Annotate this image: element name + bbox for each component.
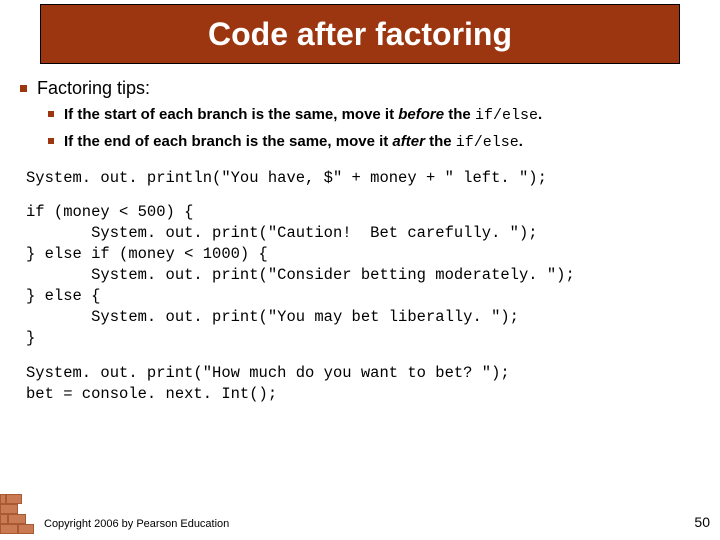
code-block-3: System. out. print("How much do you want…: [26, 363, 700, 405]
brick-decoration: [0, 488, 34, 534]
tip-item: If the start of each branch is the same,…: [48, 105, 700, 126]
slide: Code after factoring Factoring tips: If …: [0, 0, 720, 540]
copyright-text: Copyright 2006 by Pearson Education: [44, 518, 229, 530]
heading-text: Factoring tips:: [37, 78, 150, 99]
page-number: 50: [694, 514, 710, 530]
slide-body: Factoring tips: If the start of each bra…: [20, 78, 700, 405]
bullet-icon: [48, 138, 54, 144]
slide-title: Code after factoring: [208, 16, 512, 53]
tips-list: If the start of each branch is the same,…: [48, 105, 700, 154]
tip-text: If the start of each branch is the same,…: [64, 105, 542, 126]
bullet-level1: Factoring tips:: [20, 78, 700, 99]
code-block-2: if (money < 500) { System. out. print("C…: [26, 202, 700, 348]
title-bar: Code after factoring: [40, 4, 680, 64]
code-block-1: System. out. println("You have, $" + mon…: [26, 168, 700, 189]
tip-text: If the end of each branch is the same, m…: [64, 132, 523, 153]
bullet-icon: [20, 85, 27, 92]
tip-item: If the end of each branch is the same, m…: [48, 132, 700, 153]
bullet-icon: [48, 111, 54, 117]
